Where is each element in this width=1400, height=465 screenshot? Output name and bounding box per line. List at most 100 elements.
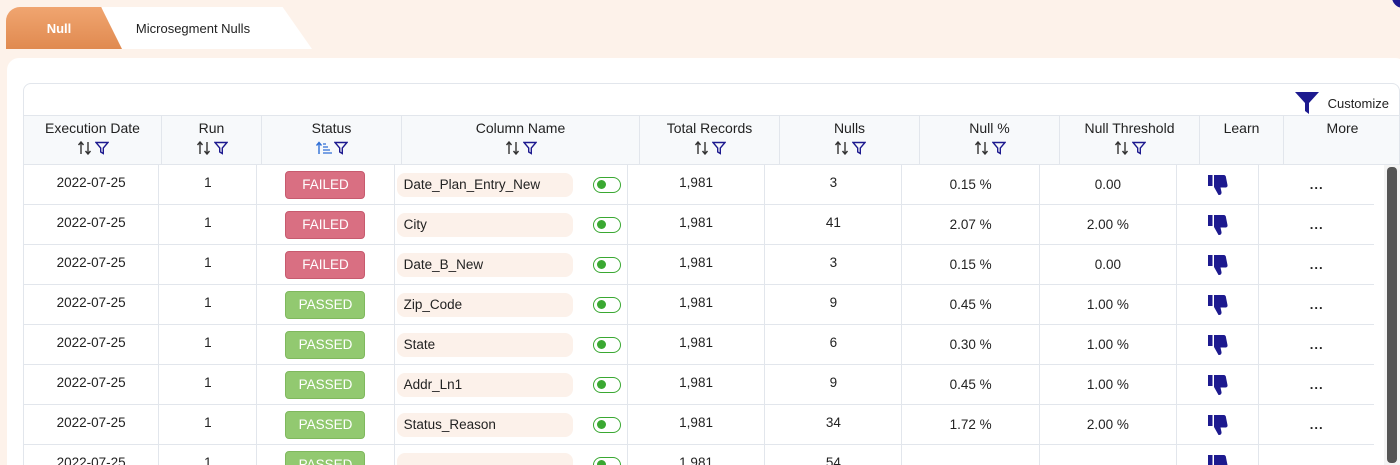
filter-icon[interactable] — [94, 141, 109, 155]
thumbs-down-icon[interactable] — [1207, 254, 1229, 276]
thumbs-down-icon[interactable] — [1207, 374, 1229, 396]
status-cell: FAILED — [257, 205, 395, 244]
column-name-pill: State — [396, 332, 573, 357]
customize-button[interactable]: Customize — [1294, 90, 1389, 116]
filter-icon[interactable] — [213, 141, 228, 155]
null-threshold-cell: 0.00 — [1040, 165, 1177, 204]
more-actions-button[interactable]: ... — [1259, 245, 1374, 284]
null-percent-cell — [902, 445, 1040, 465]
null-threshold-cell: 0.00 — [1040, 245, 1177, 284]
learn-cell — [1177, 205, 1260, 244]
column-header-label: Null % — [969, 120, 1010, 136]
more-actions-button[interactable]: ... — [1259, 165, 1374, 204]
sort-icon[interactable] — [77, 141, 93, 155]
more-actions-button[interactable] — [1259, 445, 1374, 465]
filter-icon[interactable] — [711, 141, 726, 155]
column-header: Nulls — [780, 116, 920, 164]
thumbs-down-icon[interactable] — [1207, 334, 1229, 356]
run-cell: 1 — [159, 405, 258, 444]
column-toggle[interactable] — [592, 216, 621, 233]
column-header: Learn — [1200, 116, 1284, 164]
column-header-label: Null Threshold — [1084, 120, 1175, 136]
column-toggle[interactable] — [592, 456, 621, 465]
column-toggle[interactable] — [592, 376, 621, 393]
table-row[interactable]: 2022-07-25 1 PASSED State 1,981 6 0.30 % 1.00 %… — [24, 325, 1374, 365]
thumbs-down-icon[interactable] — [1207, 454, 1229, 465]
null-threshold-cell: 2.00 % — [1040, 405, 1177, 444]
execution-date-cell: 2022-07-25 — [24, 205, 160, 244]
column-header: More — [1284, 116, 1399, 164]
nulls-cell: 41 — [765, 205, 903, 244]
tab-microsegment-nulls[interactable]: Microsegment Nulls — [102, 7, 312, 49]
status-badge: PASSED — [285, 370, 366, 399]
thumbs-down-icon[interactable] — [1207, 174, 1229, 196]
filter-icon[interactable] — [333, 141, 348, 155]
more-actions-button[interactable]: ... — [1259, 205, 1374, 244]
filter-icon[interactable] — [851, 141, 866, 155]
column-header-controls — [1060, 138, 1199, 158]
null-threshold-cell: 1.00 % — [1040, 325, 1177, 364]
sort-icon[interactable] — [196, 141, 212, 155]
column-header-label: Learn — [1223, 120, 1260, 136]
thumbs-down-icon[interactable] — [1207, 214, 1229, 236]
filter-icon[interactable] — [522, 141, 537, 155]
vertical-scrollbar[interactable] — [1384, 165, 1400, 465]
status-cell: PASSED — [257, 285, 395, 324]
more-actions-button[interactable]: ... — [1259, 365, 1374, 404]
table-row[interactable]: 2022-07-25 1 PASSED Zip_Code 1,981 9 0.45 % 1.0… — [24, 285, 1374, 325]
execution-date-cell: 2022-07-25 — [24, 445, 160, 465]
learn-cell — [1177, 365, 1260, 404]
column-name-cell: Status_Reason — [395, 405, 628, 444]
column-name-pill: Date_B_New — [396, 252, 573, 277]
column-header-controls — [780, 138, 919, 158]
table-row[interactable]: 2022-07-25 1 FAILED City 1,981 41 2.07 % 2.00 %… — [24, 205, 1374, 245]
column-toggle[interactable] — [592, 416, 621, 433]
column-name-cell: Date_Plan_Entry_New — [395, 165, 628, 204]
status-badge: PASSED — [285, 410, 366, 439]
execution-date-cell: 2022-07-25 — [24, 165, 160, 204]
filter-icon[interactable] — [991, 141, 1006, 155]
more-actions-button[interactable]: ... — [1259, 325, 1374, 364]
column-toggle[interactable] — [592, 336, 621, 353]
null-threshold-cell: 2.00 % — [1040, 205, 1177, 244]
column-toggle[interactable] — [592, 256, 621, 273]
column-header: Null Threshold — [1060, 116, 1200, 164]
table-row[interactable]: 2022-07-25 1 PASSED Addr_Ln1 1,981 9 0.45 % 1.0… — [24, 365, 1374, 405]
filter-icon[interactable] — [1131, 141, 1146, 155]
column-name-pill: City — [396, 212, 573, 237]
sort-icon[interactable] — [694, 141, 710, 155]
table-row[interactable]: 2022-07-25 1 FAILED Date_B_New 1,981 3 0.15 % 0… — [24, 245, 1374, 285]
more-actions-button[interactable]: ... — [1259, 405, 1374, 444]
column-name-pill: Date_Plan_Entry_New — [396, 172, 573, 197]
funnel-icon — [1294, 92, 1319, 114]
more-actions-button[interactable]: ... — [1259, 285, 1374, 324]
learn-cell — [1177, 285, 1260, 324]
sort-icon[interactable] — [505, 141, 521, 155]
table-row[interactable]: 2022-07-25 1 PASSED 1,981 54 — [24, 445, 1374, 465]
column-header-controls — [24, 138, 161, 158]
table-row[interactable]: 2022-07-25 1 FAILED Date_Plan_Entry_New 1,98… — [24, 165, 1374, 205]
sort-icon[interactable] — [1114, 141, 1130, 155]
null-percent-cell: 0.15 % — [902, 245, 1040, 284]
learn-cell — [1177, 325, 1260, 364]
table-body: 2022-07-25 1 FAILED Date_Plan_Entry_New 1,98… — [24, 165, 1374, 465]
column-header: Total Records — [640, 116, 780, 164]
sort-icon[interactable] — [834, 141, 850, 155]
thumbs-down-icon[interactable] — [1207, 294, 1229, 316]
tab-null-label: Null — [46, 20, 72, 36]
run-cell: 1 — [159, 165, 258, 204]
thumbs-down-icon[interactable] — [1207, 414, 1229, 436]
table-row[interactable]: 2022-07-25 1 PASSED Status_Reason 1,981 34 1.7… — [24, 405, 1374, 445]
nulls-cell: 3 — [765, 165, 903, 204]
scrollbar-thumb[interactable] — [1387, 167, 1397, 463]
user-avatar[interactable] — [1392, 0, 1400, 8]
column-header-controls — [402, 138, 639, 158]
sort-ascending-icon[interactable] — [315, 141, 332, 155]
status-badge: FAILED — [285, 210, 366, 239]
column-toggle[interactable] — [592, 176, 621, 193]
column-header: Execution Date — [24, 116, 162, 164]
column-toggle[interactable] — [592, 296, 621, 313]
status-cell: PASSED — [257, 325, 395, 364]
column-header-controls — [640, 138, 779, 158]
sort-icon[interactable] — [974, 141, 990, 155]
